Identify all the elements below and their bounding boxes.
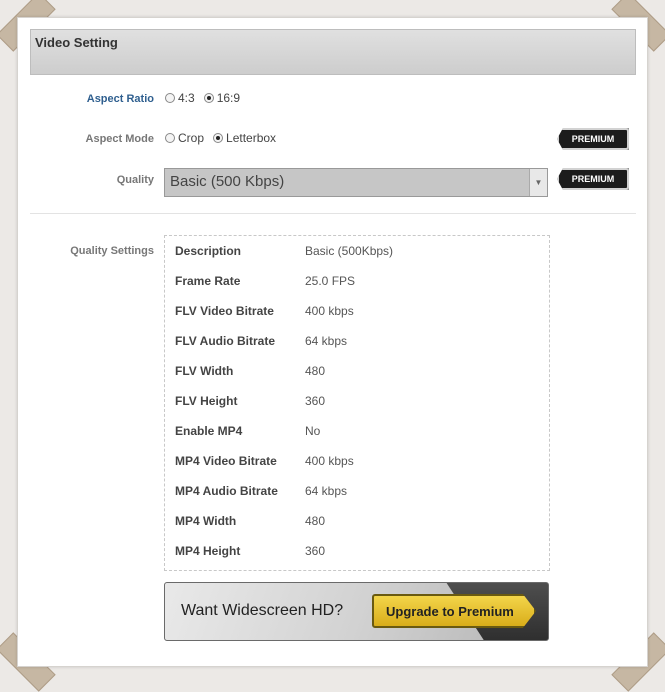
radio-selected-icon[interactable] [213,133,224,143]
section-header: Video Setting [30,29,636,75]
section-title: Video Setting [35,35,118,50]
setting-key: MP4 Height [175,544,241,558]
table-row: FLV Width 480 [175,364,535,384]
aspect-mode-option-letterbox[interactable]: Letterbox [213,131,276,145]
setting-value: 25.0 FPS [305,274,356,288]
aspect-mode-option-label: Letterbox [226,131,277,145]
table-row: FLV Video Bitrate 400 kbps [175,304,535,324]
setting-value: 360 [305,544,326,558]
setting-key: FLV Audio Bitrate [175,334,275,348]
setting-key: FLV Video Bitrate [175,304,274,318]
setting-value: 64 kbps [305,334,348,348]
setting-key: FLV Width [175,364,234,378]
radio-icon[interactable] [165,133,175,143]
table-row: MP4 Audio Bitrate 64 kbps [175,484,535,504]
aspect-ratio-options: 4:3 16:9 [165,91,249,105]
setting-value: Basic (500Kbps) [305,244,394,258]
quality-label: Quality [116,174,154,186]
quality-select[interactable]: Basic (500 Kbps) ▼ [164,168,548,197]
setting-value: 360 [305,394,326,408]
aspect-mode-label: Aspect Mode [85,133,154,145]
divider [30,213,636,214]
table-row: Enable MP4 No [175,424,535,444]
aspect-ratio-label: Aspect Ratio [86,93,154,105]
setting-value: 400 kbps [305,304,354,318]
upgrade-to-premium-button[interactable]: Upgrade to Premium [372,594,536,628]
table-row: FLV Audio Bitrate 64 kbps [175,334,535,354]
aspect-ratio-option-label: 4:3 [178,91,195,105]
setting-key: FLV Height [175,394,238,408]
aspect-mode-option-label: Crop [178,131,205,145]
setting-value: No [305,424,321,438]
setting-value: 400 kbps [305,454,354,468]
radio-icon[interactable] [165,93,175,103]
aspect-mode-options: Crop Letterbox [165,131,285,145]
table-row: FLV Height 360 [175,394,535,414]
chevron-down-icon[interactable]: ▼ [529,169,547,196]
quality-settings-table: Description Basic (500Kbps) Frame Rate 2… [164,235,550,571]
setting-key: Enable MP4 [175,424,243,438]
setting-key: MP4 Video Bitrate [175,454,277,468]
setting-key: MP4 Width [175,514,237,528]
radio-selected-icon[interactable] [203,93,214,103]
quality-select-value: Basic (500 Kbps) [170,173,285,190]
setting-value: 64 kbps [305,484,348,498]
setting-value: 480 [305,514,326,528]
aspect-ratio-option-label: 16:9 [216,91,241,105]
setting-value: 480 [305,364,326,378]
banner-text: Want Widescreen HD? [181,602,344,619]
table-row: MP4 Video Bitrate 400 kbps [175,454,535,474]
premium-badge-quality[interactable]: PREMIUM [557,168,629,190]
table-row: MP4 Height 360 [175,544,535,564]
aspect-ratio-option-16-9[interactable]: 16:9 [203,91,241,105]
table-row: Frame Rate 25.0 FPS [175,274,535,294]
setting-key: MP4 Audio Bitrate [175,484,278,498]
setting-key: Description [175,244,242,258]
table-row: Description Basic (500Kbps) [175,244,535,264]
quality-settings-label: Quality Settings [70,245,154,257]
upgrade-banner: Want Widescreen HD? Upgrade to Premium [164,582,549,641]
table-row: MP4 Width 480 [175,514,535,534]
premium-badge-aspect-mode[interactable]: PREMIUM [557,128,629,150]
aspect-ratio-option-4-3[interactable]: 4:3 [165,91,195,105]
setting-key: Frame Rate [175,274,241,288]
aspect-mode-option-crop[interactable]: Crop [165,131,204,145]
